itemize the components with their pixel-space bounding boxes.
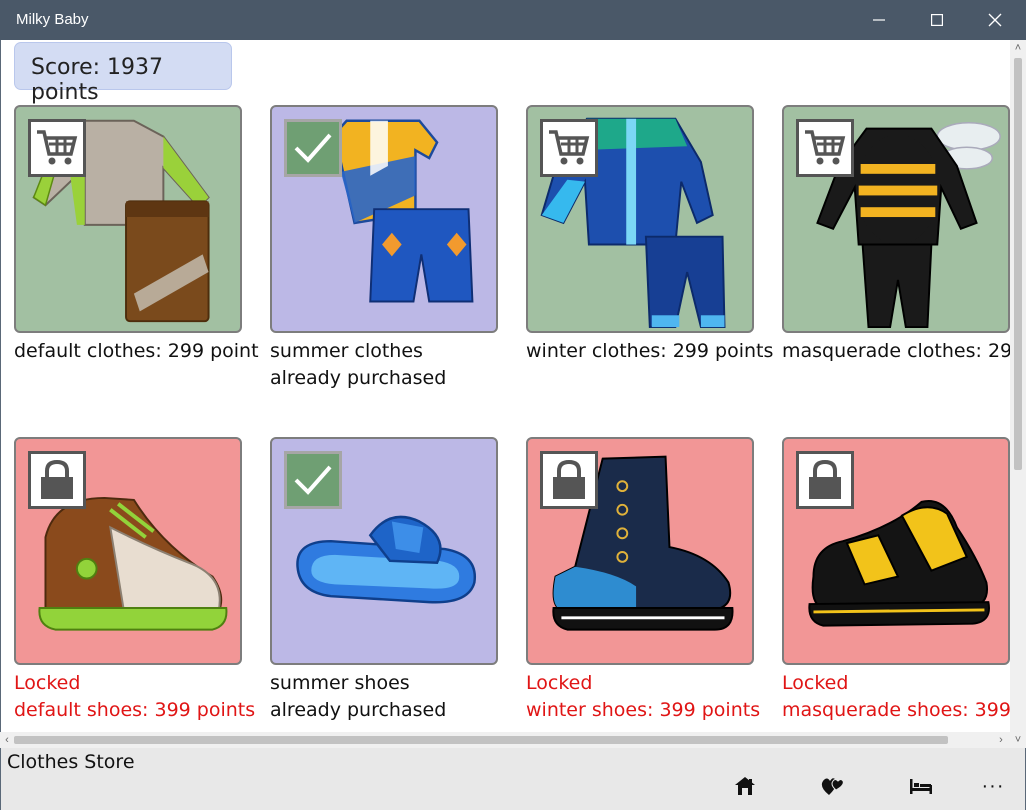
cart-badge	[540, 119, 598, 177]
item-card-masquerade-shoes[interactable]	[782, 437, 1010, 665]
page-title: Clothes Store	[7, 751, 135, 773]
locked-badge	[540, 451, 598, 509]
item-caption-line1: Locked	[526, 672, 593, 694]
checkmark-icon	[294, 465, 332, 495]
home-button[interactable]	[725, 766, 765, 806]
item-caption-line2: default shoes: 399 points	[14, 699, 256, 721]
cart-icon	[805, 130, 846, 165]
vertical-scroll-thumb[interactable]	[1014, 58, 1022, 470]
item-caption-line2: winter clothes: 299 points	[526, 340, 774, 362]
vertical-scrollbar[interactable]: ˄ ˅	[1010, 40, 1026, 748]
item-caption: Locked masquerade shoes: 399 p	[782, 670, 1010, 724]
cart-badge	[28, 119, 86, 177]
checkmark-icon	[294, 133, 332, 163]
item-caption-line2: already purchased	[270, 699, 447, 721]
item-card-winter-clothes[interactable]	[526, 105, 754, 333]
purchased-badge	[284, 119, 342, 177]
item-card-default-clothes[interactable]	[14, 105, 242, 333]
title-bar: Milky Baby	[0, 0, 1026, 40]
item-caption: Locked default shoes: 399 points	[14, 670, 255, 724]
bed-icon	[910, 779, 932, 794]
item-card-summer-shoes[interactable]	[270, 437, 498, 665]
item-caption-line2: already purchased	[270, 367, 447, 389]
bottom-app-bar: Clothes Store ···	[1, 748, 1025, 810]
item-caption-line2: masquerade shoes: 399 p	[782, 699, 1010, 721]
home-icon	[735, 777, 755, 795]
maximize-icon	[931, 14, 943, 26]
lock-icon	[809, 459, 841, 499]
bed-button[interactable]	[901, 766, 941, 806]
cart-badge	[796, 119, 854, 177]
item-caption: Locked winter shoes: 399 points	[526, 670, 760, 724]
minimize-icon	[873, 19, 885, 21]
item-caption-line2: default clothes: 299 point	[14, 340, 259, 362]
close-button[interactable]	[966, 0, 1024, 40]
lock-icon	[553, 459, 585, 499]
window-title: Milky Baby	[16, 11, 89, 28]
item-caption-line1: Locked	[14, 672, 81, 694]
locked-badge	[28, 451, 86, 509]
item-card-masquerade-clothes[interactable]	[782, 105, 1010, 333]
horizontal-scrollbar[interactable]: ‹ ›	[0, 732, 1010, 748]
lock-icon	[41, 459, 73, 499]
item-card-default-shoes[interactable]	[14, 437, 242, 665]
more-button[interactable]: ···	[973, 766, 1013, 806]
item-card-summer-clothes[interactable]	[270, 105, 498, 333]
items-grid: default clothes: 299 point summer clothe…	[0, 92, 1010, 732]
cart-icon	[37, 130, 78, 165]
item-caption-line1: summer shoes	[270, 672, 410, 694]
scroll-left-arrow-icon[interactable]: ‹	[0, 732, 14, 748]
item-card-winter-shoes[interactable]	[526, 437, 754, 665]
score-box: Score: 1937 points	[14, 42, 232, 105]
minimize-button[interactable]	[850, 0, 908, 40]
maximize-button[interactable]	[908, 0, 966, 40]
item-caption-line1: summer clothes	[270, 340, 423, 362]
item-caption: masquerade clothes: 299	[782, 338, 1010, 365]
item-caption: default clothes: 299 point	[14, 338, 259, 365]
locked-badge	[796, 451, 854, 509]
item-caption: summer clothes already purchased	[270, 338, 446, 392]
item-caption: summer shoes already purchased	[270, 670, 446, 724]
hearts-button[interactable]	[813, 766, 853, 806]
horizontal-scroll-thumb[interactable]	[14, 736, 948, 744]
item-caption-line2: winter shoes: 399 points	[526, 699, 761, 721]
purchased-badge	[284, 451, 342, 509]
item-caption-line2: masquerade clothes: 299	[782, 340, 1010, 362]
scroll-up-arrow-icon[interactable]: ˄	[1010, 40, 1026, 56]
more-icon: ···	[981, 774, 1005, 797]
hearts-icon	[821, 778, 844, 795]
scroll-down-arrow-icon[interactable]: ˅	[1010, 732, 1026, 748]
item-caption: winter clothes: 299 points	[526, 338, 773, 365]
scroll-right-arrow-icon[interactable]: ›	[994, 732, 1008, 748]
close-icon	[988, 13, 1002, 27]
cart-icon	[549, 130, 590, 165]
item-caption-line1: Locked	[782, 672, 849, 694]
